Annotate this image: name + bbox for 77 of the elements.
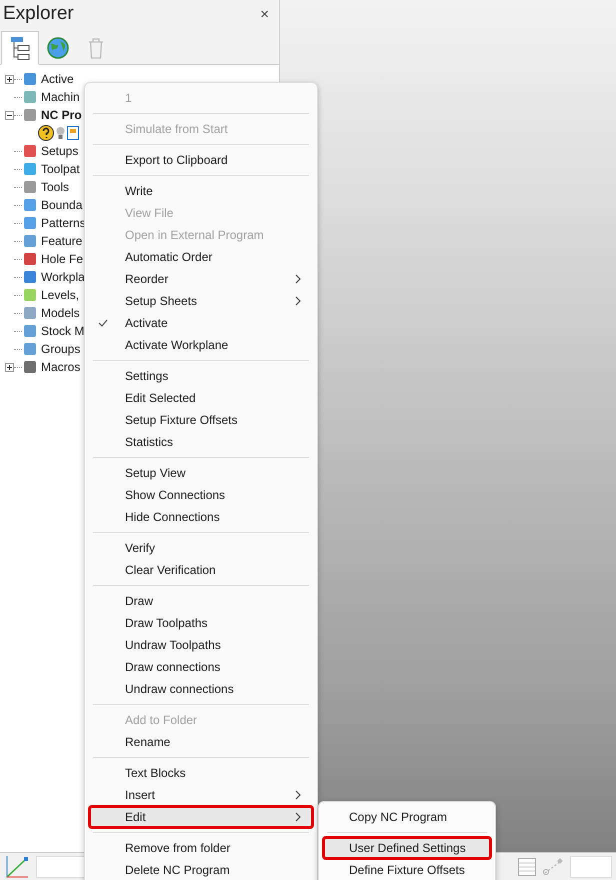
menu-item[interactable]: Define Fixture Offsets	[323, 859, 491, 880]
menu-item[interactable]: Copy NC Program	[323, 806, 491, 828]
menu-item[interactable]: Automatic Order	[89, 246, 313, 268]
menu-item[interactable]: Export to Clipboard	[89, 149, 313, 171]
explorer-tab[interactable]	[1, 31, 39, 65]
tree-item[interactable]: Hole Fe	[41, 252, 84, 266]
tree-item[interactable]: Feature	[41, 234, 82, 248]
node-icon	[22, 251, 38, 267]
node-icon	[22, 107, 38, 123]
node-icon	[22, 287, 38, 303]
menu-item[interactable]: Rename	[89, 731, 313, 753]
menu-item[interactable]: Verify	[89, 537, 313, 559]
trash-icon	[87, 37, 105, 59]
menu-item[interactable]: Draw	[89, 590, 313, 612]
question-icon	[38, 125, 54, 141]
menu-item[interactable]: Show Connections	[89, 484, 313, 506]
menu-item[interactable]: Settings	[89, 365, 313, 387]
menu-item[interactable]: Edit	[89, 806, 313, 828]
menu-item[interactable]: Setup Fixture Offsets	[89, 409, 313, 431]
menu-item[interactable]: Activate Workplane	[89, 334, 313, 356]
menu-item[interactable]: Setup View	[89, 462, 313, 484]
menu-item[interactable]: Draw connections	[89, 656, 313, 678]
node-icon	[22, 323, 38, 339]
tree-item[interactable]: Active	[41, 72, 74, 86]
node-icon	[22, 305, 38, 321]
menu-item[interactable]: Clear Verification	[89, 559, 313, 581]
node-icon	[22, 179, 38, 195]
menu-item[interactable]: User Defined Settings	[323, 837, 491, 859]
points-icon[interactable]	[542, 858, 564, 876]
menu-item[interactable]: Activate	[89, 312, 313, 334]
menu-item[interactable]: Delete NC Program	[89, 859, 313, 880]
expand-button[interactable]	[5, 362, 14, 372]
tree-item[interactable]: Stock M	[41, 324, 84, 338]
tree-item[interactable]: Tools	[41, 180, 70, 194]
menu-item[interactable]: Write	[89, 180, 313, 202]
tree-item[interactable]: Workpla	[41, 270, 85, 284]
input-field[interactable]	[570, 856, 612, 878]
node-icon	[22, 269, 38, 285]
globe-icon	[47, 37, 69, 59]
axes-icon	[4, 854, 30, 880]
node-icon	[22, 143, 38, 159]
tree-item[interactable]: Setups	[41, 144, 78, 158]
node-icon	[22, 197, 38, 213]
menu-item[interactable]: Draw Toolpaths	[89, 612, 313, 634]
menu-item[interactable]: Hide Connections	[89, 506, 313, 528]
close-button[interactable]: ×	[258, 6, 271, 22]
bulb-icon	[56, 126, 65, 140]
tree-item[interactable]: Toolpat	[41, 162, 80, 176]
tree-item[interactable]: Levels,	[41, 288, 80, 302]
tree-item[interactable]: Groups	[41, 342, 80, 356]
collapse-button[interactable]	[5, 110, 14, 120]
menu-item[interactable]: Undraw connections	[89, 678, 313, 700]
node-icon	[22, 71, 38, 87]
menu-item[interactable]: Edit Selected	[89, 387, 313, 409]
tree-item[interactable]: Bounda	[41, 198, 82, 212]
tree-item[interactable]: Patterns	[41, 216, 86, 230]
node-icon	[22, 359, 38, 375]
expand-button[interactable]	[5, 74, 14, 84]
tree-item[interactable]: Machin	[41, 90, 80, 104]
menu-item[interactable]: Reorder	[89, 268, 313, 290]
menu-item[interactable]: Remove from folder	[89, 837, 313, 859]
node-icon	[22, 233, 38, 249]
panel-title: Explorer	[3, 3, 74, 25]
node-icon	[22, 89, 38, 105]
node-icon	[22, 161, 38, 177]
tree-item[interactable]: Macros	[41, 360, 80, 374]
menu-item[interactable]: Statistics	[89, 431, 313, 453]
grid-icon[interactable]	[518, 858, 536, 876]
tree-item[interactable]: Models	[41, 306, 80, 320]
node-icon	[22, 341, 38, 357]
node-icon	[22, 215, 38, 231]
tree-item[interactable]: NC Pro	[41, 108, 82, 122]
menu-item[interactable]: Setup Sheets	[89, 290, 313, 312]
menu-item[interactable]: Undraw Toolpaths	[89, 634, 313, 656]
tree-icon	[9, 36, 31, 60]
menu-item[interactable]: Text Blocks	[89, 762, 313, 784]
menu-item[interactable]: Insert	[89, 784, 313, 806]
